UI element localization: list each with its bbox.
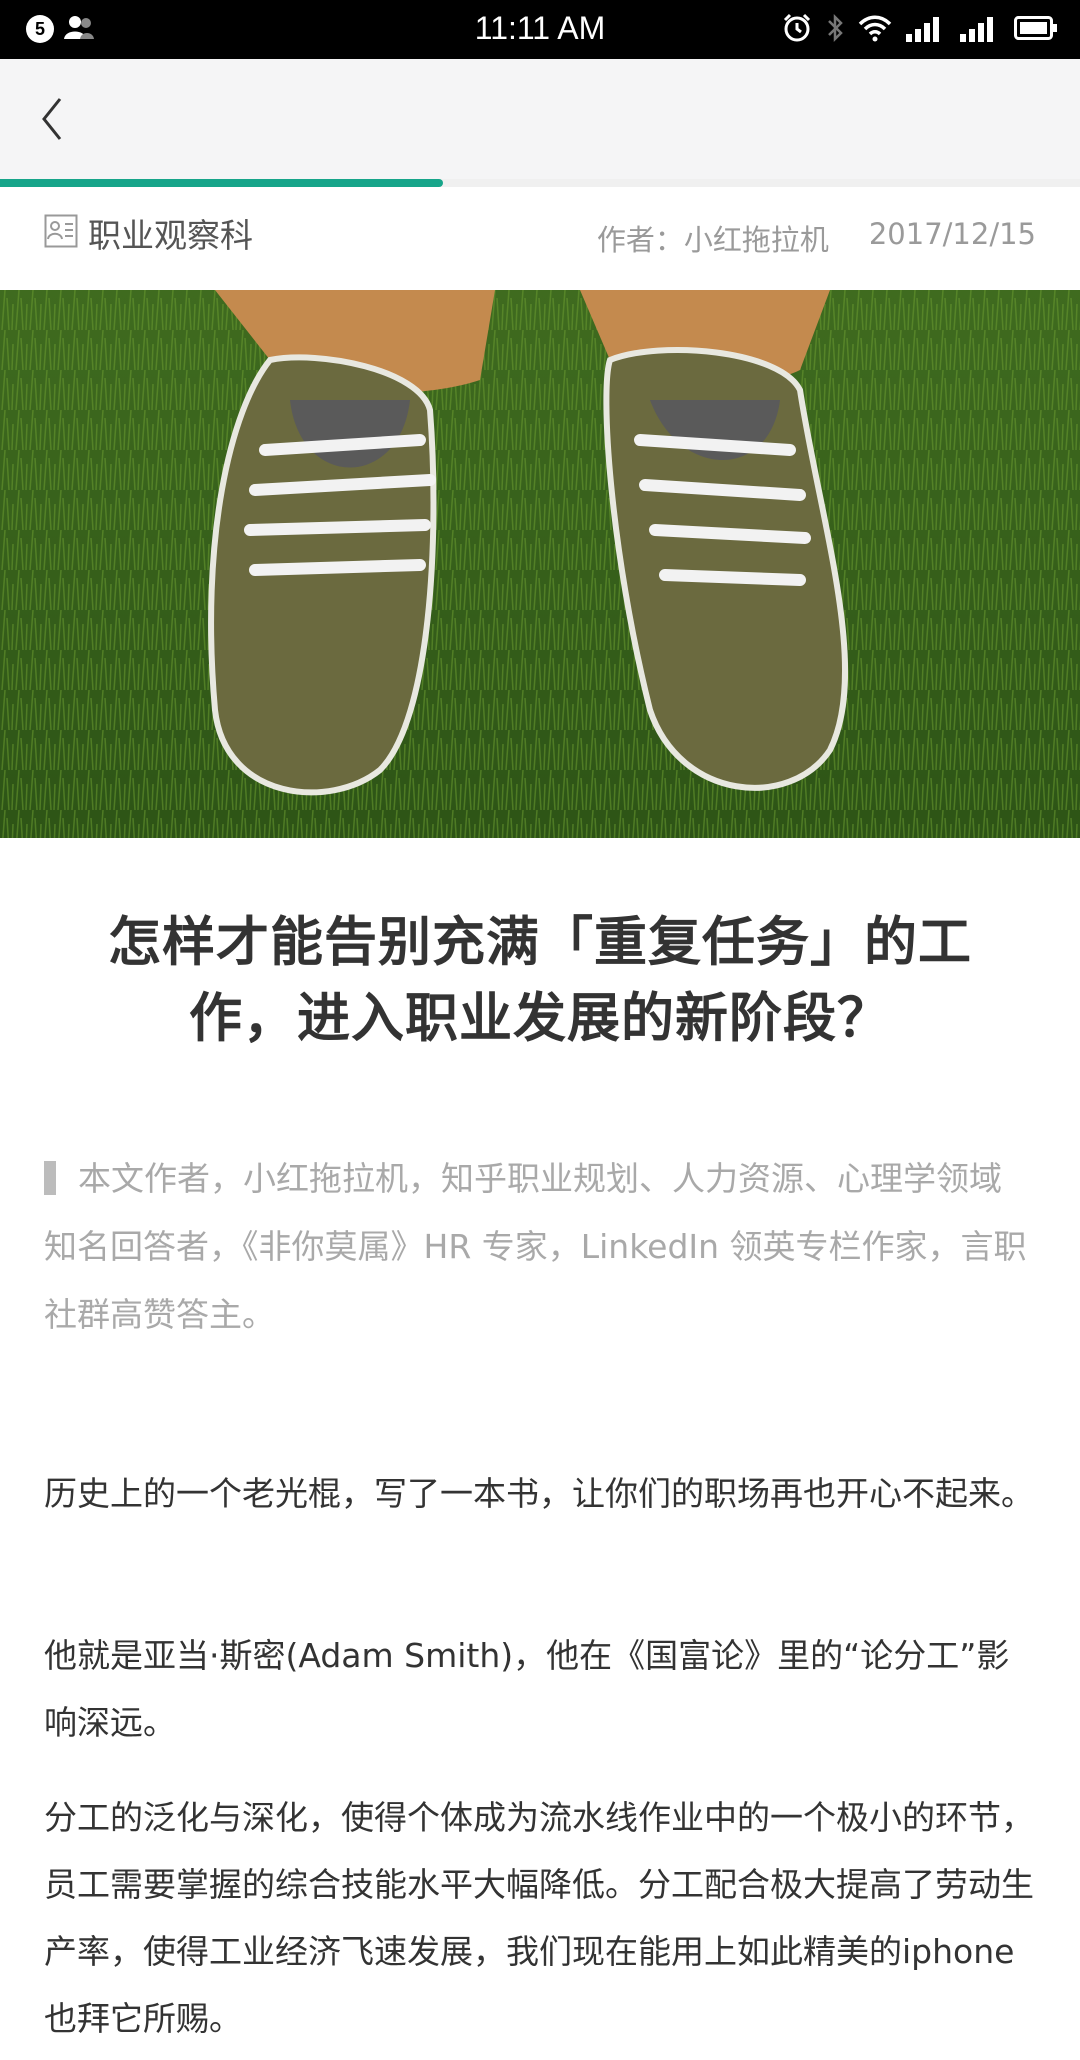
article-paragraph: 他就是亚当·斯密(Adam Smith)，他在《国富论》里的“论分工”影响深远。 xyxy=(44,1636,1010,1742)
back-button[interactable] xyxy=(30,89,80,149)
status-bar: 5 11:11 AM xyxy=(0,0,1080,59)
author-label[interactable]: 作者：小红拖拉机 xyxy=(597,217,829,259)
column-tag[interactable]: 职业观察科 xyxy=(44,209,253,257)
article-meta: 职业观察科 作者：小红拖拉机 2017/12/15 xyxy=(0,187,1080,290)
intro-text: 本文作者，小红拖拉机，知乎职业规划、人力资源、心理学领域知名回答者，《非你莫属》… xyxy=(44,1159,1027,1334)
quote-bar xyxy=(44,1161,56,1195)
nav-bar xyxy=(0,59,1080,179)
hero-image xyxy=(0,290,1080,838)
article-paragraph: 分工的泛化与深化，使得个体成为流水线作业中的一个极小的环节，员工需要掌握的综合技… xyxy=(44,1798,1034,2038)
battery-icon xyxy=(1014,14,1058,42)
column-name: 职业观察科 xyxy=(88,216,253,255)
signal-icon xyxy=(906,14,946,42)
alarm-icon xyxy=(782,13,812,43)
status-right xyxy=(782,13,1058,43)
bluetooth-icon xyxy=(826,13,844,43)
article-paragraph: 历史上的一个老光棍，写了一本书，让你们的职场再也开心不起来。 xyxy=(44,1474,1034,1513)
publish-date: 2017/12/15 xyxy=(868,217,1036,251)
signal-icon-2 xyxy=(960,14,1000,42)
wifi-icon xyxy=(858,14,892,42)
meta-right: 作者：小红拖拉机 2017/12/15 xyxy=(597,217,1036,259)
back-chevron-icon xyxy=(30,98,80,153)
reading-progress-bar xyxy=(0,179,1080,187)
reading-progress-fill xyxy=(0,179,443,187)
contact-card-icon xyxy=(44,214,78,252)
article-intro-quote: 本文作者，小红拖拉机，知乎职业规划、人力资源、心理学领域知名回答者，《非你莫属》… xyxy=(44,1145,1034,1349)
article-title: 怎样才能告别充满「重复任务」的工作，进入职业发展的新阶段？ xyxy=(108,912,972,1049)
